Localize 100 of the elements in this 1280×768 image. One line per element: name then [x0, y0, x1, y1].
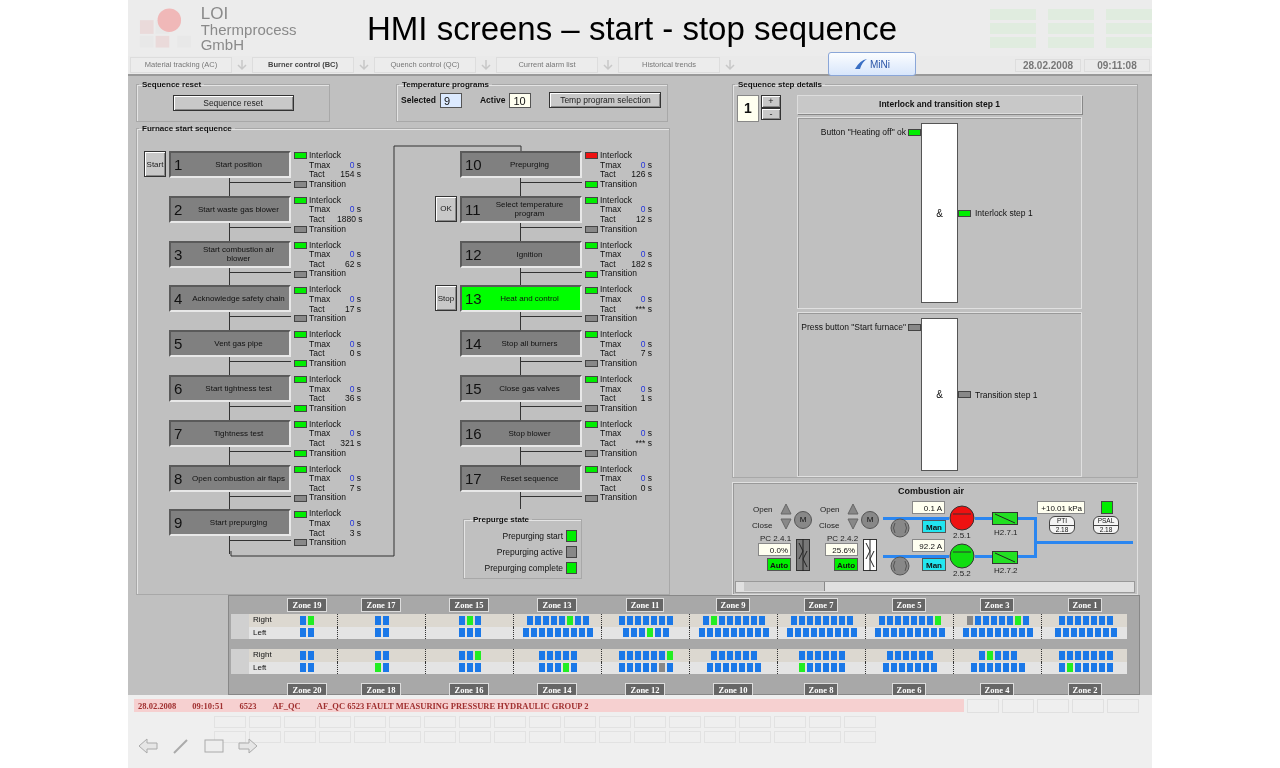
info-label: Interlock — [309, 285, 342, 295]
info-label: Transition — [600, 269, 637, 279]
forward-arrow-icon[interactable] — [238, 738, 258, 754]
info-label: Interlock — [309, 375, 342, 385]
zone-label: Zone 5 — [891, 598, 927, 612]
step-button[interactable]: Start — [144, 151, 166, 177]
info-label: Tmax — [600, 205, 623, 215]
mode-button[interactable]: Man — [922, 558, 946, 571]
down-arrow-icon[interactable] — [235, 58, 249, 72]
alarm-text: AF_QC 6523 FAULT MEASURING PRESSURE HYDRAULIC GROUP 2 — [316, 700, 589, 711]
info-label: Tmax — [309, 205, 332, 215]
zone-label: Zone 11 — [625, 598, 665, 612]
down-arrow-icon[interactable] — [357, 58, 371, 72]
step-box[interactable]: 1 Start position — [169, 151, 291, 178]
info-label: Tmax — [309, 339, 332, 350]
step-button[interactable]: OK — [435, 195, 457, 222]
zone-label: Zone 13 — [537, 598, 577, 612]
step-box[interactable]: 5 Vent gas pipe — [169, 330, 291, 358]
fan-icon — [890, 518, 910, 538]
back-arrow-icon[interactable] — [138, 738, 158, 754]
down-arrow-button[interactable] — [780, 518, 792, 530]
step-box[interactable]: 8 Open combustion air flaps — [169, 464, 291, 492]
state-label: Prepurging active — [496, 547, 563, 558]
info-label: Transition — [309, 224, 346, 235]
mode-button[interactable]: Auto — [767, 558, 791, 571]
screen-icon[interactable] — [204, 739, 224, 753]
temp-program-button[interactable]: Temp program selection — [549, 92, 662, 108]
tact-value: *** s — [634, 304, 652, 314]
info-label: Tmax — [309, 518, 332, 529]
row-label: Left — [252, 661, 268, 674]
step-box[interactable]: 13 Heat and control — [460, 285, 582, 313]
open-label: Open — [753, 505, 773, 514]
tact-value: 12 s — [634, 215, 652, 225]
info-label: Tact — [600, 483, 617, 493]
tact-value: 126 s — [630, 170, 652, 180]
info-label: Tmax — [600, 250, 623, 260]
step-box[interactable]: 10 Prepurging — [460, 151, 582, 178]
tact-value: 7 s — [639, 349, 652, 359]
step-box[interactable]: 14 Stop all burners — [460, 330, 582, 358]
info-label: Tmax — [600, 429, 623, 439]
step-box[interactable]: 17 Reset sequence — [460, 464, 582, 492]
tact-value: 182 s — [630, 259, 652, 269]
sequence-reset-button[interactable]: Sequence reset — [172, 95, 294, 111]
step-box[interactable]: 6 Start tightness test — [169, 375, 291, 402]
step-box[interactable]: 16 Stop blower — [460, 419, 582, 447]
tag-label: H2.7.2 — [994, 566, 1018, 575]
info-label: Interlock — [600, 285, 633, 295]
field-label: Selected — [401, 95, 436, 105]
up-arrow-button[interactable] — [780, 503, 792, 515]
pen-icon[interactable] — [172, 737, 190, 755]
status-field — [1106, 8, 1152, 20]
time-field: 09:11:08 — [1084, 58, 1150, 72]
up-arrow-button[interactable] — [847, 503, 859, 515]
group-title: Sequence step details — [737, 80, 824, 89]
info-label: Tmax — [600, 474, 623, 484]
info-label: Tact — [309, 259, 326, 269]
horizontal-scrollbar[interactable] — [735, 581, 1135, 593]
step-box[interactable]: 15 Close gas valves — [460, 375, 582, 402]
info-label: Tact — [309, 304, 326, 314]
info-label: Tact — [600, 215, 617, 225]
info-label: Tmax — [309, 295, 332, 305]
tag-label: 2.5.2 — [953, 569, 971, 578]
info-label: Transition — [309, 493, 346, 503]
tmax-value: 0 s — [639, 339, 652, 350]
down-arrow-icon[interactable] — [601, 58, 615, 72]
mode-button[interactable]: Auto — [834, 558, 858, 571]
step-box[interactable]: 3 Start combustion air blower — [169, 240, 291, 268]
step-number-field[interactable]: 1 — [737, 95, 759, 122]
tmax-value: 0 s — [348, 474, 361, 484]
current-field: 0.1 A — [912, 501, 945, 514]
info-label: Tact — [600, 394, 617, 404]
air-pipe — [975, 555, 992, 558]
mode-button[interactable]: Man — [922, 520, 946, 533]
company-name: Thermprocess GmbH — [200, 21, 298, 52]
tmax-value: 0 s — [348, 160, 361, 171]
down-arrow-icon[interactable] — [479, 58, 493, 72]
step-box[interactable]: 12 Ignition — [460, 240, 582, 268]
info-label: Interlock — [309, 240, 342, 251]
down-arrow-button[interactable] — [847, 518, 859, 530]
info-label: Tact — [600, 304, 617, 314]
increment-button[interactable]: + — [761, 95, 781, 108]
tmax-value: 0 s — [639, 429, 652, 439]
open-label: Open — [820, 505, 840, 514]
current-field: 92.2 A — [912, 539, 945, 552]
step-box[interactable]: 11 Select temperature program — [460, 195, 582, 223]
step-box[interactable]: 9 Start prepurging — [169, 509, 291, 537]
info-label: Tmax — [600, 295, 623, 305]
tmax-value: 0 s — [348, 250, 361, 260]
group-title: Sequence reset — [141, 80, 203, 89]
step-box[interactable]: 4 Acknowledge safety chain — [169, 285, 291, 313]
step-button[interactable]: Stop — [435, 285, 457, 312]
tmax-value: 0 s — [639, 160, 652, 171]
step-box[interactable]: 7 Tightness test — [169, 419, 291, 447]
tmax-value: 0 s — [348, 339, 361, 350]
selected-program-field[interactable]: 9 — [439, 92, 462, 108]
row-label: Left — [252, 626, 268, 639]
info-label: Tact — [309, 438, 326, 449]
step-box[interactable]: 2 Start waste gas blower — [169, 195, 291, 223]
down-arrow-icon[interactable] — [723, 58, 737, 72]
tact-value: 0 s — [639, 483, 652, 494]
